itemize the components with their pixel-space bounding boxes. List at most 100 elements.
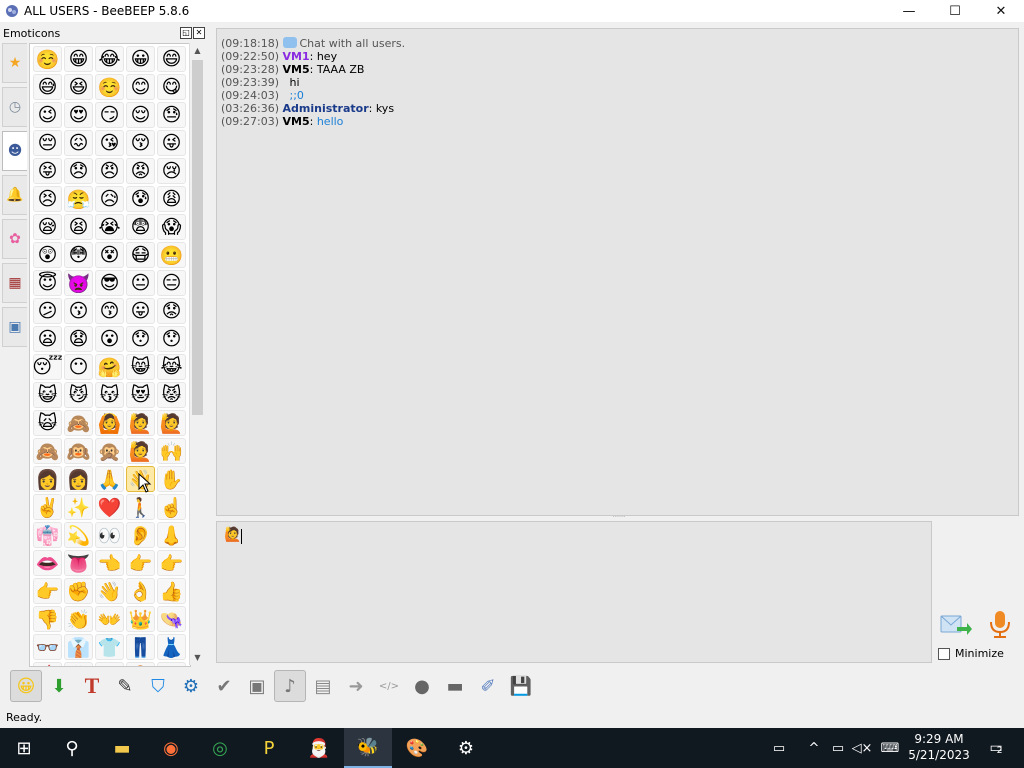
message-sender[interactable]: VM5 xyxy=(283,115,310,128)
emoji-cell[interactable]: 👐 xyxy=(95,606,124,632)
emoji-cell[interactable]: 😣 xyxy=(33,186,62,212)
settings-button[interactable]: ⚙ xyxy=(175,670,207,702)
emoji-cell[interactable]: 👚 xyxy=(64,662,93,666)
tray-expand-icon[interactable]: ^ xyxy=(806,738,822,758)
emoji-cell[interactable]: 😯 xyxy=(126,326,155,352)
emoji-cell[interactable]: 😘 xyxy=(95,130,124,156)
message-sender[interactable]: VM5 xyxy=(283,63,310,76)
emoticons-button[interactable]: 😀 xyxy=(10,670,42,702)
emoji-cell[interactable]: 👛 xyxy=(95,662,124,666)
emoji-cell[interactable]: 👒 xyxy=(157,606,186,632)
emoji-cell[interactable]: ✨ xyxy=(64,494,93,520)
emoji-cell[interactable]: 👩 xyxy=(33,466,62,492)
save-button[interactable]: 💾 xyxy=(505,670,537,702)
emoji-cell[interactable]: 👉 xyxy=(157,550,186,576)
emoji-cell[interactable]: 😆 xyxy=(64,74,93,100)
emoji-cell[interactable]: 😞 xyxy=(64,158,93,184)
taskbar-clock[interactable]: 9:29 AM 5/21/2023 xyxy=(905,731,973,763)
emoji-cell[interactable]: 😰 xyxy=(126,186,155,212)
emoji-cell[interactable]: 😖 xyxy=(64,130,93,156)
emoji-cell[interactable]: 👀 xyxy=(95,522,124,548)
scroll-down-arrow-icon[interactable]: ▼ xyxy=(190,650,205,665)
splitter-handle[interactable]: ······· xyxy=(608,515,630,521)
voice-message-button[interactable] xyxy=(985,608,1015,640)
emoji-cell[interactable]: 😺 xyxy=(33,382,62,408)
emoji-cell[interactable]: 😧 xyxy=(64,326,93,352)
emoji-cell[interactable]: 😸 xyxy=(126,354,155,380)
html-button[interactable]: </> xyxy=(373,670,405,702)
emoji-cell[interactable]: 👎 xyxy=(33,606,62,632)
emoji-cell[interactable]: ❤️ xyxy=(95,494,124,520)
taskbar-start-button[interactable]: ⊞ xyxy=(0,728,48,768)
emoji-cell[interactable]: 😀 xyxy=(126,46,155,72)
emoji-cell[interactable]: 👗 xyxy=(157,634,186,660)
emoji-cell[interactable]: 👅 xyxy=(64,550,93,576)
emoji-cell[interactable]: 😶 xyxy=(64,354,93,380)
emoji-cell[interactable]: 🙀 xyxy=(33,410,62,436)
emoji-cell[interactable]: 😋 xyxy=(157,74,186,100)
emoji-cell[interactable]: 😎 xyxy=(95,270,124,296)
category-tab-star[interactable]: ★ xyxy=(2,43,27,83)
emoji-cell[interactable]: 😯 xyxy=(157,326,186,352)
emoji-cell[interactable]: 🤗 xyxy=(95,354,124,380)
close-panel-button[interactable]: ✕ xyxy=(193,27,205,39)
keyboard-icon[interactable]: ⌨ xyxy=(878,738,902,758)
emoji-cell[interactable]: 😥 xyxy=(95,186,124,212)
emoji-cell[interactable]: 👖 xyxy=(126,634,155,660)
emoji-cell[interactable]: 🙌 xyxy=(157,438,186,464)
emoji-cell[interactable]: 🙆 xyxy=(95,410,124,436)
category-tab-bell[interactable]: 🔔 xyxy=(2,175,27,215)
emoji-cell[interactable]: 😩 xyxy=(157,186,186,212)
emoji-cell[interactable]: 😁 xyxy=(64,46,93,72)
emoji-cell[interactable]: 👔 xyxy=(64,634,93,660)
emoji-cell[interactable]: 👉 xyxy=(126,550,155,576)
taskbar-settings-button[interactable]: ⚙ xyxy=(442,728,490,768)
emoji-cell[interactable]: 😟 xyxy=(157,298,186,324)
emoji-cell[interactable]: 😽 xyxy=(95,382,124,408)
message-sender[interactable]: Administrator xyxy=(283,102,369,115)
category-tab-flower[interactable]: ✿ xyxy=(2,219,27,259)
taskbar-paint-button[interactable]: 🎨 xyxy=(393,728,441,768)
emoji-cell[interactable]: 😗 xyxy=(64,298,93,324)
emoji-cell[interactable]: 😳 xyxy=(64,242,93,268)
close-window-button[interactable]: ✕ xyxy=(978,0,1024,22)
minimize-window-button[interactable]: — xyxy=(886,0,932,22)
emoji-cell[interactable]: 😠 xyxy=(95,158,124,184)
scroll-up-arrow-icon[interactable]: ▲ xyxy=(190,43,205,58)
emoji-cell[interactable]: 😝 xyxy=(33,158,62,184)
emoji-cell[interactable]: 🙋 xyxy=(126,438,155,464)
emoji-cell[interactable]: 😄 xyxy=(157,46,186,72)
emoji-cell[interactable]: 😙 xyxy=(95,298,124,324)
emoji-cell[interactable]: 👋 xyxy=(95,578,124,604)
emoji-cell[interactable]: 👘 xyxy=(33,522,62,548)
minimize-checkbox[interactable]: Minimize xyxy=(938,647,1004,660)
emoji-cell[interactable]: 🙏 xyxy=(95,466,124,492)
emoji-cell[interactable]: 😂 xyxy=(95,46,124,72)
emoji-cell[interactable]: 😾 xyxy=(157,382,186,408)
category-tab-clock[interactable]: ◷ xyxy=(2,87,27,127)
taskbar-firefox-button[interactable]: ◉ xyxy=(147,728,195,768)
emoji-cell[interactable]: ✌️ xyxy=(33,494,62,520)
emoji-cell[interactable]: 👂 xyxy=(126,522,155,548)
emoji-cell[interactable]: 😏 xyxy=(95,102,124,128)
emoji-cell[interactable]: 😐 xyxy=(126,270,155,296)
edit-button[interactable]: ✐ xyxy=(472,670,504,702)
taskbar-chrome-button[interactable]: ◎ xyxy=(196,728,244,768)
taskbar-file-explorer-button[interactable]: ▬ xyxy=(98,728,146,768)
emoji-cell[interactable]: 😑 xyxy=(157,270,186,296)
checkbox-box[interactable] xyxy=(938,647,950,660)
emoji-cell[interactable]: 😜 xyxy=(157,130,186,156)
document-button[interactable]: ▤ xyxy=(307,670,339,702)
emoji-cell[interactable]: 😊 xyxy=(126,74,155,100)
emoji-cell[interactable]: 👿 xyxy=(64,270,93,296)
emoji-cell[interactable]: 😬 xyxy=(157,242,186,268)
emoji-cell[interactable]: 😭 xyxy=(95,214,124,240)
emoji-cell[interactable]: ✋ xyxy=(157,466,186,492)
forward-button[interactable]: ➜ xyxy=(340,670,372,702)
emoji-cell[interactable]: 👉 xyxy=(33,578,62,604)
emoji-cell[interactable]: 👙 xyxy=(33,662,62,666)
category-tab-symbols[interactable]: ▣ xyxy=(2,307,27,347)
emoji-cell[interactable]: 👌 xyxy=(126,578,155,604)
font-button[interactable]: T xyxy=(76,670,108,702)
image-button[interactable]: ▣ xyxy=(241,670,273,702)
